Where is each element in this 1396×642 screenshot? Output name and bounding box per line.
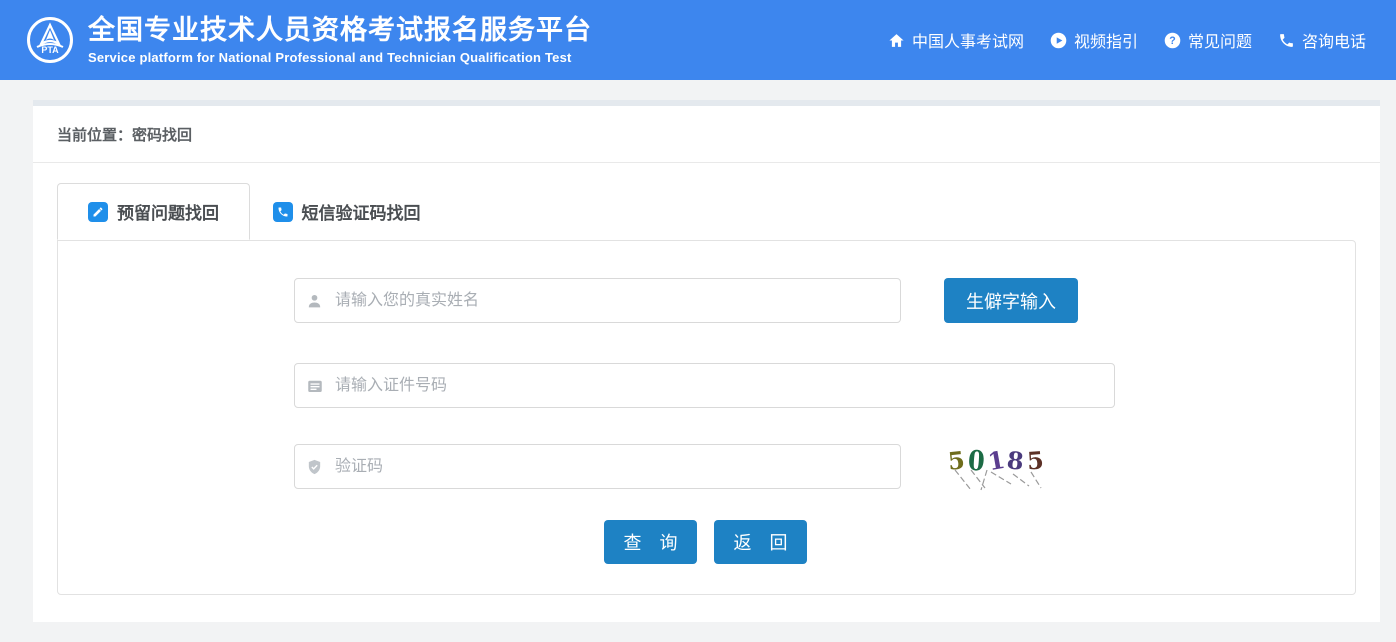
captcha-field-wrap: [294, 444, 901, 489]
site-title-block: 全国专业技术人员资格考试报名服务平台 Service platform for …: [88, 15, 592, 64]
nav-link-faq[interactable]: ? 常见问题: [1164, 28, 1252, 52]
id-number-input[interactable]: [294, 363, 1115, 408]
real-name-input[interactable]: [294, 278, 901, 323]
back-button[interactable]: 返 回: [714, 520, 807, 564]
id-card-icon: [306, 377, 324, 395]
tab-label: 短信验证码找回: [302, 199, 421, 224]
nav-link-cpta-site[interactable]: 中国人事考试网: [888, 28, 1024, 52]
recovery-form-panel: 生僻字输入 50185: [57, 240, 1356, 595]
question-circle-icon: ?: [1164, 32, 1181, 49]
site-subtitle: Service platform for National Profession…: [88, 50, 592, 65]
tab-sms-code-recovery[interactable]: 短信验证码找回: [250, 183, 443, 240]
nav-link-label: 常见问题: [1188, 28, 1252, 52]
home-icon: [888, 32, 905, 49]
breadcrumb-bar: 当前位置：密码找回: [33, 106, 1380, 163]
nav-link-label: 视频指引: [1074, 28, 1138, 52]
svg-text:PTA: PTA: [41, 45, 59, 55]
play-circle-icon: [1050, 32, 1067, 49]
main-panel: 当前位置：密码找回 预留问题找回 短信验证码找回 生僻字输入: [33, 100, 1380, 622]
pencil-icon: [88, 202, 108, 222]
breadcrumb: 当前位置：密码找回: [57, 124, 192, 145]
tab-label: 预留问题找回: [117, 199, 219, 224]
phone-icon: [1278, 32, 1295, 49]
id-number-field-wrap: [294, 363, 1115, 408]
captcha-input[interactable]: [294, 444, 901, 489]
shield-icon: [306, 458, 323, 475]
person-icon: [306, 292, 323, 309]
pta-logo-icon: PTA: [26, 16, 74, 64]
real-name-field-wrap: [294, 278, 901, 323]
rare-character-input-button[interactable]: 生僻字输入: [944, 278, 1078, 323]
header: PTA 全国专业技术人员资格考试报名服务平台 Service platform …: [0, 0, 1396, 80]
svg-text:?: ?: [1169, 35, 1175, 47]
nav-link-hotline[interactable]: 咨询电话: [1278, 28, 1366, 52]
tab-bar: 预留问题找回 短信验证码找回: [57, 183, 1356, 240]
site-title: 全国专业技术人员资格考试报名服务平台: [88, 15, 592, 46]
nav-link-label: 咨询电话: [1302, 28, 1366, 52]
phone-icon: [273, 202, 293, 222]
nav-link-video-guide[interactable]: 视频指引: [1050, 28, 1138, 52]
query-button[interactable]: 查 询: [604, 520, 697, 564]
tab-security-question-recovery[interactable]: 预留问题找回: [57, 183, 250, 240]
nav-link-label: 中国人事考试网: [912, 28, 1024, 52]
header-nav: 中国人事考试网 视频指引 ? 常见问题 咨询电话: [888, 28, 1366, 52]
captcha-noise-lines: [941, 468, 1051, 494]
captcha-image[interactable]: 50185: [941, 444, 1051, 494]
